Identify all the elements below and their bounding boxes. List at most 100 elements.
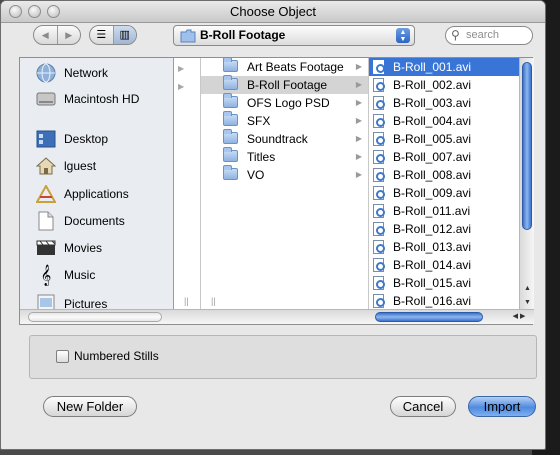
disclosure-arrow-icon: ▶ <box>355 62 362 71</box>
folder-row[interactable]: OFS Logo PSD ▶ <box>201 93 368 112</box>
file-name: B-Roll_007.avi <box>393 150 472 164</box>
sidebar-item-label: Movies <box>64 241 103 255</box>
file-row[interactable]: B-Roll_009.avi <box>369 184 519 202</box>
column-root[interactable]: ▶ ▶ || <box>174 58 201 324</box>
import-button[interactable]: Import <box>468 396 536 417</box>
search-input[interactable]: ⚲ search <box>445 26 533 45</box>
avi-file-icon <box>373 186 385 200</box>
zoom-window-button[interactable] <box>47 5 60 18</box>
file-row[interactable]: B-Roll_015.avi <box>369 274 519 292</box>
sidebar-item-label: Network <box>64 66 109 80</box>
file-name: B-Roll_008.avi <box>393 168 472 182</box>
toolbar: ◀ ▶ ☰ ▥ B-Roll Footage ▲ ▼ ⚲ search <box>1 25 545 51</box>
file-name: B-Roll_011.avi <box>393 204 471 218</box>
disclosure-arrow-icon: ▶ <box>355 170 362 179</box>
column-resize-grip[interactable]: || <box>211 296 216 306</box>
movies-icon <box>36 238 56 258</box>
folder-row[interactable]: Art Beats Footage ▶ <box>201 57 368 76</box>
title-bar: Choose Object <box>1 1 545 23</box>
disclosure-arrow-icon: ▶ <box>355 116 362 125</box>
documents-icon <box>36 211 56 231</box>
network-icon <box>36 63 56 83</box>
folder-icon <box>223 75 238 90</box>
folder-row[interactable]: Soundtrack ▶ <box>201 129 368 148</box>
folder-name: Titles <box>247 150 276 164</box>
column-view-button[interactable]: ▥ <box>113 26 136 44</box>
file-row-selected[interactable]: B-Roll_001.avi <box>369 58 519 76</box>
folder-name: Art Beats Footage <box>247 60 344 74</box>
scroll-arrows-icon[interactable]: ◀ ▶ <box>504 310 534 324</box>
path-popup[interactable]: B-Roll Footage ▲ ▼ <box>173 25 415 46</box>
applications-icon <box>36 184 56 204</box>
cancel-button[interactable]: Cancel <box>390 396 456 417</box>
disclosure-arrow-icon: ▶ <box>178 82 185 91</box>
file-row[interactable]: B-Roll_002.avi <box>369 76 519 94</box>
horizontal-scrollbar[interactable]: ◀ ▶ <box>20 309 534 324</box>
disclosure-arrow-icon: ▶ <box>178 64 185 73</box>
new-folder-button[interactable]: New Folder <box>43 396 137 417</box>
sidebar-item-label: lguest <box>64 159 97 173</box>
file-row[interactable]: B-Roll_005.avi <box>369 130 519 148</box>
file-row[interactable]: B-Roll_008.avi <box>369 166 519 184</box>
file-name: B-Roll_005.avi <box>393 132 472 146</box>
avi-file-icon <box>373 276 385 290</box>
sidebar-item-label: Macintosh HD <box>64 92 140 106</box>
column-files[interactable]: B-Roll_001.avi B-Roll_002.avi B-Roll_003… <box>369 58 534 324</box>
minimize-window-button[interactable] <box>28 5 41 18</box>
disclosure-arrow-icon: ▶ <box>355 80 362 89</box>
folder-row[interactable]: Titles ▶ <box>201 147 368 166</box>
file-name: B-Roll_013.avi <box>393 240 472 254</box>
folder-icon <box>223 93 238 108</box>
window-controls <box>9 5 60 18</box>
avi-file-icon <box>373 222 385 236</box>
file-name: B-Roll_004.avi <box>393 114 472 128</box>
sidebar: Network Macintosh HD Desktop lguest Appl… <box>20 58 174 324</box>
folder-icon <box>223 165 238 180</box>
avi-file-icon <box>373 150 385 164</box>
file-name: B-Roll_016.avi <box>393 294 472 308</box>
disclosure-arrow-icon: ▶ <box>355 152 362 161</box>
vertical-scroll-thumb[interactable] <box>522 62 532 230</box>
folder-name: OFS Logo PSD <box>247 96 330 110</box>
file-name: B-Roll_015.avi <box>393 276 472 290</box>
file-name: B-Roll_014.avi <box>393 258 472 272</box>
numbered-stills-label: Numbered Stills <box>74 349 159 363</box>
avi-file-icon <box>373 258 385 272</box>
file-name: B-Roll_002.avi <box>393 78 472 92</box>
options-panel: Numbered Stills <box>29 335 537 379</box>
file-name: B-Roll_012.avi <box>393 222 472 236</box>
column-folders[interactable]: Art Beats Footage ▶ B-Roll Footage ▶ OFS… <box>201 57 369 324</box>
numbered-stills-checkbox[interactable] <box>56 350 69 363</box>
folder-icon <box>180 29 196 43</box>
path-popup-label: B-Roll Footage <box>200 28 286 42</box>
search-icon: ⚲ <box>451 28 460 42</box>
file-row[interactable]: B-Roll_016.avi <box>369 292 519 310</box>
search-placeholder: search <box>466 29 500 41</box>
close-window-button[interactable] <box>9 5 22 18</box>
back-button[interactable]: ◀ <box>34 26 58 44</box>
file-row[interactable]: B-Roll_014.avi <box>369 256 519 274</box>
file-row[interactable]: B-Roll_003.avi <box>369 94 519 112</box>
avi-file-icon <box>373 60 385 74</box>
music-icon: 𝄞 <box>40 265 52 285</box>
horizontal-scroll-thumb[interactable] <box>375 312 483 322</box>
file-row[interactable]: B-Roll_007.avi <box>369 148 519 166</box>
file-row[interactable]: B-Roll_011.avi <box>369 202 519 220</box>
folder-row[interactable]: SFX ▶ <box>201 111 368 130</box>
vertical-scrollbar[interactable]: ▲ ▼ <box>519 58 534 310</box>
folder-icon <box>223 129 238 144</box>
disclosure-arrow-icon: ▶ <box>355 134 362 143</box>
file-name: B-Roll_001.avi <box>393 60 472 74</box>
avi-file-icon <box>373 294 385 308</box>
forward-button[interactable]: ▶ <box>58 26 81 44</box>
file-row[interactable]: B-Roll_013.avi <box>369 238 519 256</box>
sidebar-item-label: Documents <box>64 214 125 228</box>
list-view-button[interactable]: ☰ <box>90 26 114 44</box>
folder-row[interactable]: VO ▶ <box>201 165 368 184</box>
scroll-arrows-icon[interactable]: ▲ ▼ <box>520 282 535 310</box>
folder-row-selected[interactable]: B-Roll Footage ▶ <box>201 75 368 94</box>
file-row[interactable]: B-Roll_004.avi <box>369 112 519 130</box>
file-row[interactable]: B-Roll_012.avi <box>369 220 519 238</box>
avi-file-icon <box>373 96 385 110</box>
column-resize-grip[interactable]: || <box>184 296 189 306</box>
